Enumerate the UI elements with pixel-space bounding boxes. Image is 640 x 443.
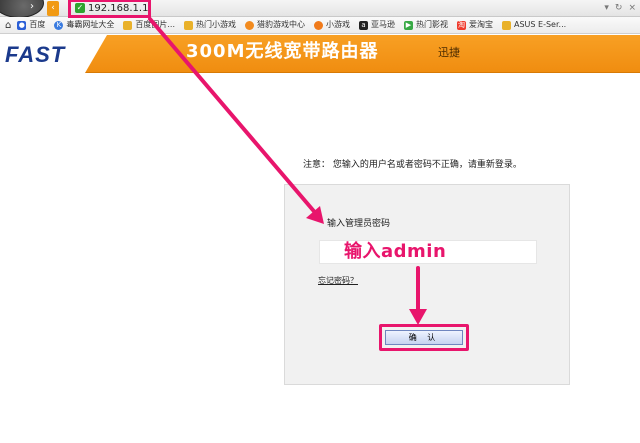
bookmark-item[interactable]: 百度图片... (123, 20, 175, 30)
bookmark-item[interactable]: ▶ 热门影视 (404, 20, 448, 30)
game-icon (314, 20, 323, 30)
bookmark-label: 小游戏 (326, 20, 350, 29)
forward-arrow-icon: › (30, 1, 34, 12)
video-icon: ▶ (404, 20, 413, 30)
home-icon[interactable]: ⌂ (5, 20, 11, 31)
bookmark-label: 百度图片... (135, 20, 175, 29)
router-header: FAST 300M无线宽带路由器 迅捷 (0, 35, 640, 73)
bookmark-item[interactable]: 淘爱淘宝 (457, 20, 493, 30)
bookmark-item[interactable]: K 毒霸网址大全 (54, 20, 114, 30)
folder-icon (502, 20, 511, 30)
bookmark-label: 热门小游戏 (196, 20, 236, 29)
fast-logo: FAST (5, 42, 66, 67)
bookmark-label: 爱淘宝 (469, 20, 493, 29)
bookmark-label: 百度 (29, 20, 46, 29)
login-panel: 输入管理员密码 输入admin 忘记密码？ 确 认 (284, 184, 570, 385)
stop-icon[interactable]: × (628, 1, 636, 16)
bookmark-item[interactable]: a 亚马逊 (359, 20, 395, 30)
amazon-icon: a (359, 20, 368, 30)
dropdown-icon[interactable]: ▾ (604, 1, 609, 16)
logo-area: FAST (0, 35, 107, 73)
folder-icon (123, 20, 133, 30)
browser-nav-circle[interactable]: › (0, 0, 44, 18)
input-annotation-text: 输入admin (344, 241, 447, 262)
kingsoft-icon: K (54, 20, 64, 30)
password-input[interactable]: 输入admin (319, 240, 537, 264)
bookmark-label: 毒霸网址大全 (66, 20, 115, 29)
bookmarks-bar: ⌂ ● 百度 K 毒霸网址大全 百度图片... 热门小游戏 猎豹游戏中心 小游戏 a… (0, 17, 640, 34)
bookmark-item[interactable]: ● 百度 (17, 20, 45, 30)
baidu-paw-icon: ● (17, 20, 27, 30)
bookmark-label: 猎豹游戏中心 (257, 20, 305, 29)
product-title: 300M无线宽带路由器 (186, 41, 379, 62)
game-icon (245, 20, 254, 30)
taobao-icon: 淘 (457, 20, 466, 30)
bookmark-label: 热门影视 (416, 20, 448, 29)
folder-icon (184, 20, 193, 30)
password-label: 输入管理员密码 (327, 219, 391, 229)
bookmark-item[interactable]: ASUS E-Ser... (502, 20, 566, 30)
page: › ‹ ✓ 192.168.1.1 ▾ ↻ × ⌂ ● 百度 K 毒霸网址大全 百度… (0, 0, 640, 443)
bookmark-item[interactable]: 小游戏 (314, 20, 350, 30)
back-button[interactable]: ‹ (47, 1, 59, 16)
brand-subtitle: 迅捷 (438, 46, 460, 59)
bookmark-item[interactable]: 热门小游戏 (184, 20, 236, 30)
address-bar-actions: ▾ ↻ × (604, 1, 636, 16)
bookmark-label: 亚马逊 (371, 20, 395, 29)
reload-icon[interactable]: ↻ (615, 1, 623, 16)
forgot-password-link[interactable]: 忘记密码？ (318, 276, 358, 286)
bookmark-label: ASUS E-Ser... (514, 20, 567, 29)
confirm-button[interactable]: 确 认 (385, 330, 463, 345)
error-notice: 注意： 您输入的用户名或者密码不正确，请重新登录。 (303, 160, 522, 170)
url-highlight-box (68, 0, 151, 18)
bookmark-item[interactable]: 猎豹游戏中心 (245, 20, 305, 30)
